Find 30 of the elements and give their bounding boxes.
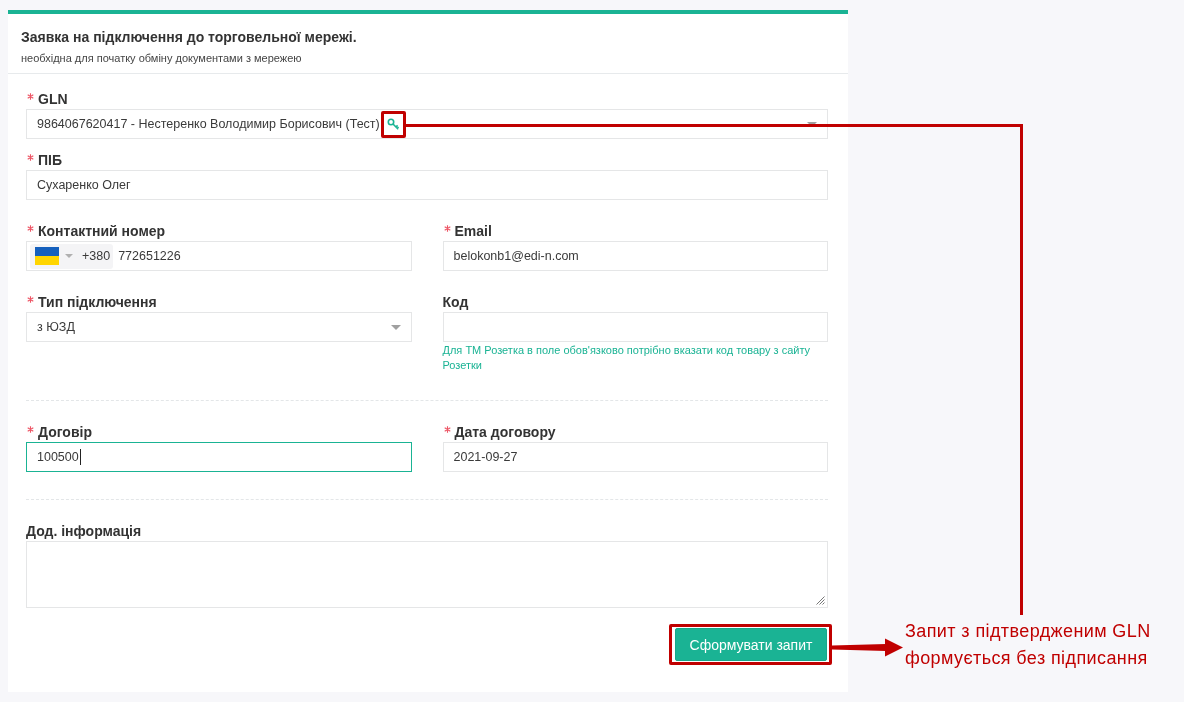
callout-note: Запит з підтвердженим GLN формується без підписання bbox=[905, 620, 1152, 670]
field-label: Дата договору bbox=[454, 423, 556, 441]
field-label: Контактний номер bbox=[38, 222, 166, 240]
resize-grip-icon[interactable] bbox=[815, 595, 825, 605]
field-label: Договір bbox=[38, 423, 92, 441]
select-field[interactable]: 9864067620417 - Нестеренко Володимир Борисович (Тест) bbox=[26, 109, 828, 139]
field-label: ПІБ bbox=[38, 151, 62, 169]
textarea-field[interactable] bbox=[26, 541, 828, 608]
field-hint: Для ТМ Розетка в поле обов'язково потрібно вказати код товару з сайту Розетки bbox=[442, 343, 812, 373]
text-field[interactable]: 100500 bbox=[26, 442, 412, 472]
form-subtitle: необхідна для початку обміну документами з мережею bbox=[21, 51, 303, 66]
text-cursor-icon bbox=[79, 449, 81, 465]
select-field[interactable]: з ЮЗД bbox=[26, 312, 412, 342]
caret-down-icon bbox=[65, 254, 73, 258]
key-icon[interactable] bbox=[387, 118, 400, 130]
phone-field[interactable]: +380 772651226 bbox=[26, 241, 412, 271]
country-select[interactable]: +380 bbox=[30, 243, 114, 269]
field-label: GLN bbox=[38, 90, 68, 108]
caret-down-icon bbox=[807, 121, 817, 127]
caret-down-icon bbox=[390, 324, 401, 330]
field-label: Тип підключення bbox=[38, 293, 157, 311]
form-title: Заявка на підключення до торговельної мережі. bbox=[21, 28, 358, 46]
field-label: Email bbox=[454, 222, 492, 240]
text-field[interactable]: 2021-09-27 bbox=[442, 442, 828, 472]
flag-icon bbox=[35, 247, 59, 265]
text-field[interactable]: Сухаренко Олег bbox=[26, 170, 828, 200]
text-field[interactable]: belokonb1@edi-n.com bbox=[442, 241, 828, 271]
text-field[interactable] bbox=[442, 312, 828, 342]
field-label: Код bbox=[442, 293, 469, 311]
field-label: Дод. інформація bbox=[26, 522, 142, 540]
